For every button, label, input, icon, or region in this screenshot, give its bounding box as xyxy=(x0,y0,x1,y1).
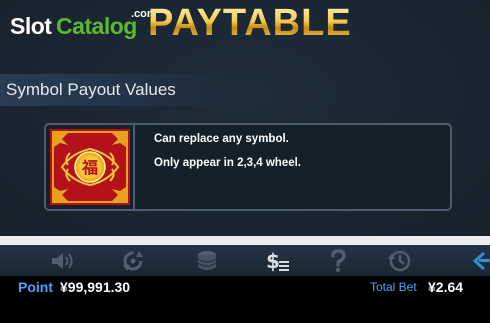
paytable-screen: Slot Catalog .com PAYTABLE Symbol Payout… xyxy=(0,0,490,236)
bottom-toolbar: $ xyxy=(0,245,490,276)
point-label: Point xyxy=(18,279,53,295)
sound-icon[interactable] xyxy=(48,247,76,275)
symbol-description-line-2: Only appear in 2,3,4 wheel. xyxy=(154,157,302,169)
brand-catalog-text: Catalog xyxy=(56,13,137,39)
section-header-label: Symbol Payout Values xyxy=(6,80,176,99)
fu-wild-symbol-icon: 福 xyxy=(50,129,130,205)
section-header: Symbol Payout Values xyxy=(0,74,230,106)
brand-slot-text: Slot xyxy=(10,13,52,39)
fu-glyph: 福 xyxy=(81,158,98,177)
paytable-glyph: $ xyxy=(266,249,280,273)
coins-icon[interactable] xyxy=(193,247,221,275)
total-bet-value: ¥2.64 xyxy=(428,279,464,295)
paytable-icon[interactable]: $ xyxy=(263,247,291,275)
point-value: ¥99,991.30 xyxy=(60,279,131,295)
history-icon[interactable] xyxy=(386,247,414,275)
page-title: PAYTABLE xyxy=(148,2,352,44)
symbol-card: 福 Can replace any symbol. Only appear in… xyxy=(44,123,452,211)
symbol-description-line-1: Can replace any symbol. xyxy=(154,133,289,145)
help-icon[interactable] xyxy=(324,247,352,275)
status-footer: Point ¥99,991.30 Total Bet ¥2.64 xyxy=(0,276,490,323)
separator-bar xyxy=(0,236,490,245)
autoplay-icon[interactable] xyxy=(119,247,147,275)
back-icon[interactable] xyxy=(472,247,490,275)
total-bet-label: Total Bet xyxy=(370,280,417,294)
symbol-divider xyxy=(133,125,135,209)
